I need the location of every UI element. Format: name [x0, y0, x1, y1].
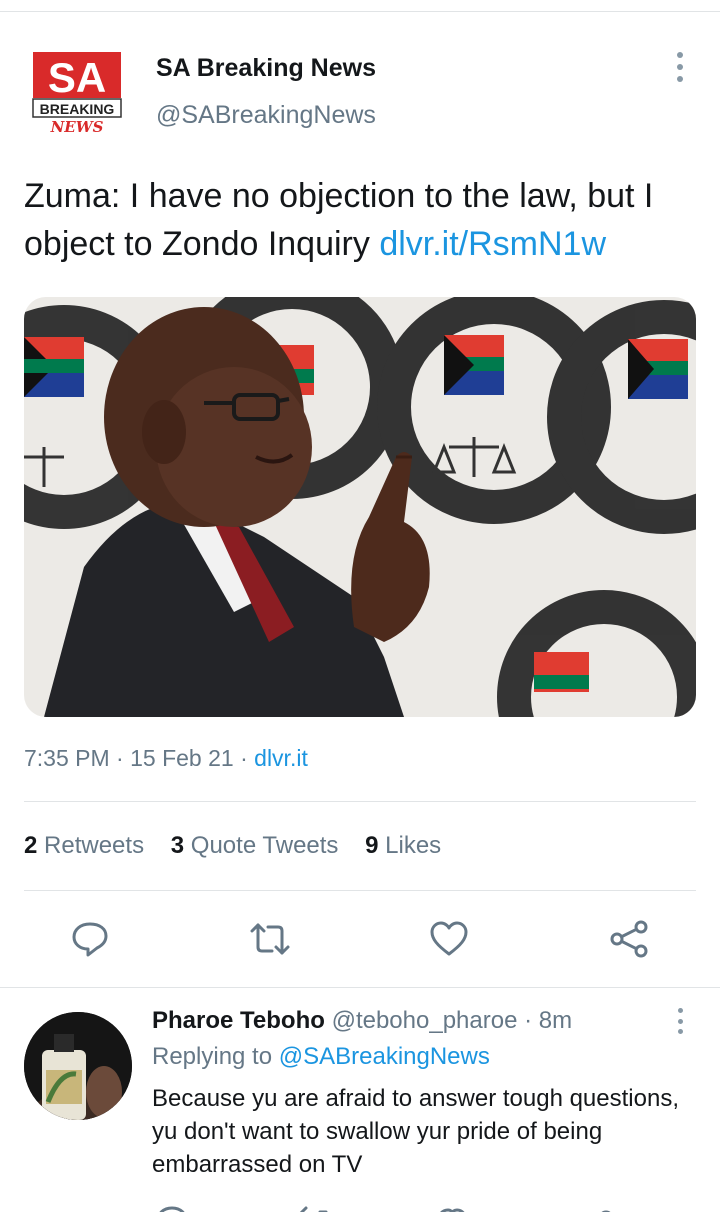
- tweet-text: Zuma: I have no objection to the law, bu…: [24, 172, 696, 268]
- logo-news-text: NEWS: [50, 118, 104, 134]
- reply-share-icon[interactable]: [586, 1196, 626, 1212]
- quote-label: Quote Tweets: [190, 832, 339, 859]
- reply-time: 8m: [538, 1007, 573, 1034]
- likes-count: 9: [365, 832, 379, 859]
- tweet-media-photo[interactable]: [24, 297, 696, 717]
- reply-reply-icon[interactable]: [152, 1196, 192, 1212]
- reply-text: Because yu are afraid to answer tough qu…: [152, 1085, 679, 1178]
- tweet-source[interactable]: dlvr.it: [254, 745, 308, 771]
- reply-action-bar: [0, 1196, 720, 1212]
- author-handle[interactable]: @SABreakingNews: [156, 101, 376, 130]
- quote-tweets-stat[interactable]: 3 Quote Tweets: [171, 832, 339, 859]
- likes-stat[interactable]: 9 Likes: [365, 832, 441, 859]
- tweet-date: 15 Feb 21: [130, 745, 234, 771]
- more-options-icon[interactable]: [668, 52, 692, 82]
- reply-author-name[interactable]: Pharoe Teboho: [152, 1007, 325, 1034]
- replying-mention[interactable]: @SABreakingNews: [279, 1043, 490, 1070]
- divider: [24, 801, 696, 802]
- reply-separator: ·: [524, 1007, 533, 1034]
- retweet-icon[interactable]: [246, 915, 294, 963]
- retweets-count: 2: [24, 832, 38, 859]
- reply-author-handle[interactable]: @teboho_pharoe: [332, 1007, 518, 1034]
- tweet-meta: 7:35 PM · 15 Feb 21 · dlvr.it: [24, 745, 308, 772]
- reply-icon[interactable]: [66, 915, 114, 963]
- retweets-label: Retweets: [44, 832, 145, 859]
- reply-retweet-icon[interactable]: [292, 1196, 332, 1212]
- author-name[interactable]: SA Breaking News: [156, 54, 376, 83]
- meta-separator: ·: [240, 745, 248, 771]
- reply-more-options-icon[interactable]: [668, 1008, 692, 1034]
- share-icon[interactable]: [605, 915, 653, 963]
- replying-to: Replying to @SABreakingNews: [152, 1043, 490, 1071]
- logo-sa-text: SA: [48, 54, 106, 101]
- like-icon[interactable]: [425, 915, 473, 963]
- tweet-action-bar: [0, 915, 720, 963]
- tweet-time: 7:35 PM: [24, 745, 110, 771]
- section-divider: [0, 987, 720, 988]
- likes-label: Likes: [385, 832, 442, 859]
- quote-count: 3: [170, 832, 185, 859]
- retweets-stat[interactable]: 2 Retweets: [24, 832, 144, 859]
- replying-label: Replying to: [152, 1043, 273, 1070]
- reply-header: Pharoe Teboho @teboho_pharoe · 8m: [152, 1007, 572, 1035]
- reply-like-icon[interactable]: [432, 1196, 472, 1212]
- tweet-link[interactable]: dlvr.it/RsmN1w: [379, 225, 606, 263]
- tweet-stats: 2 Retweets 3 Quote Tweets 9 Likes: [24, 832, 461, 860]
- logo-breaking-text: BREAKING: [40, 101, 115, 117]
- divider: [24, 890, 696, 891]
- meta-separator: ·: [116, 745, 124, 771]
- top-divider: [0, 11, 720, 12]
- sa-breaking-news-avatar[interactable]: SA BREAKING NEWS: [32, 52, 124, 136]
- reply-avatar[interactable]: [24, 1012, 132, 1120]
